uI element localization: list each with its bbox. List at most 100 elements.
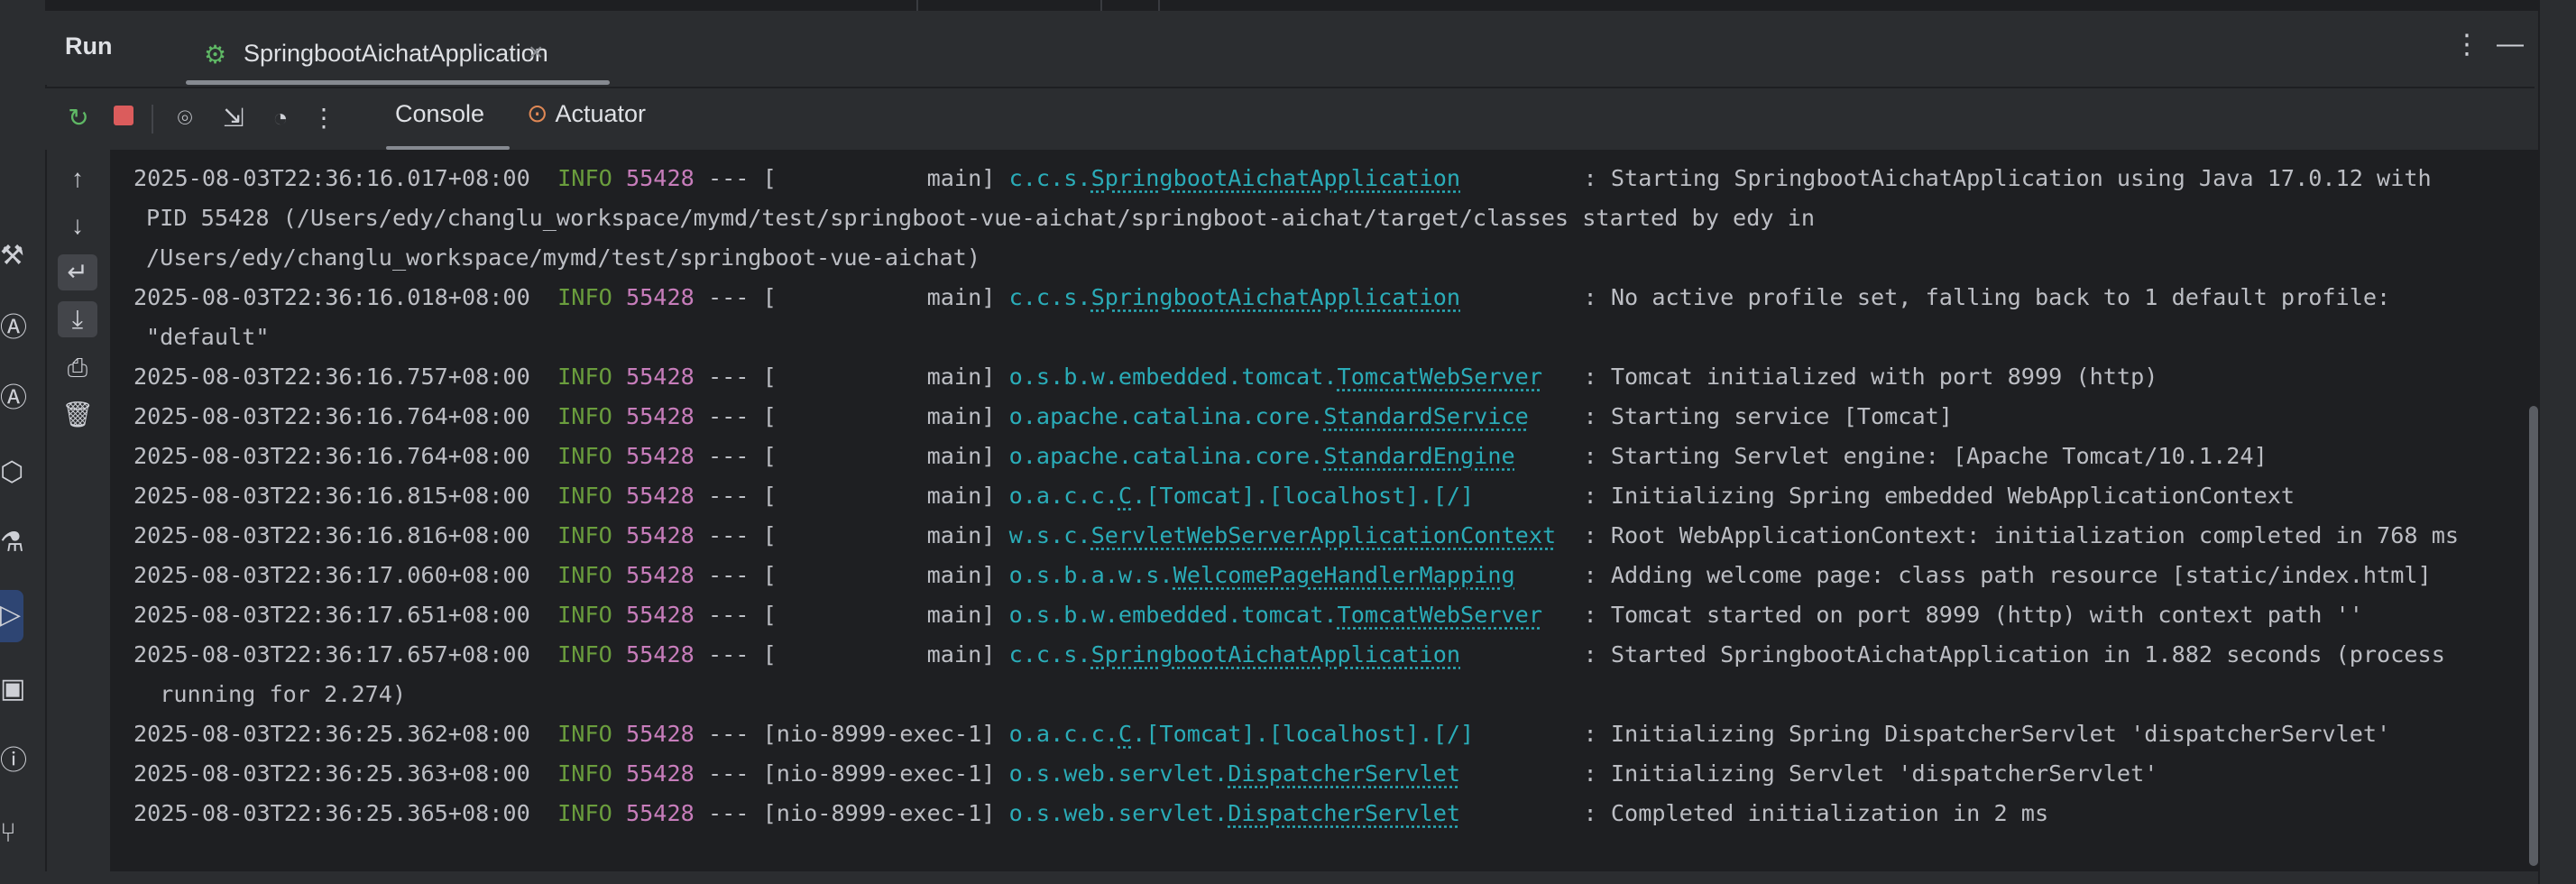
log-thread: [ main] bbox=[762, 443, 996, 469]
log-message: : Starting service [Tomcat] bbox=[1583, 403, 1953, 429]
logger-class-link[interactable]: TomcatWebServer bbox=[1338, 602, 1542, 628]
tab-springboot-aichat-application[interactable]: ⚙ SpringbootAichatApplication × bbox=[161, 18, 612, 85]
minimize-icon[interactable]: — bbox=[2497, 29, 2524, 60]
logger-package: c.c.s. bbox=[1008, 165, 1091, 191]
exit-icon[interactable]: ⇲ bbox=[218, 103, 249, 134]
logger-padding bbox=[1515, 443, 1570, 469]
logger-package: o.s.web.servlet. bbox=[1008, 800, 1228, 826]
log-logger: o.apache.catalina.core.StandardService bbox=[1009, 403, 1529, 429]
log-separator: --- bbox=[707, 760, 750, 787]
stop-button[interactable] bbox=[114, 106, 133, 125]
logger-class-link[interactable]: StandardEngine bbox=[1323, 443, 1514, 469]
log-separator: --- bbox=[707, 483, 750, 509]
logger-class-link[interactable]: StandardService bbox=[1323, 403, 1528, 429]
divider bbox=[1158, 0, 1160, 11]
log-timestamp: 2025-08-03T22:36:16.018+08:00 bbox=[133, 284, 530, 310]
endpoints-icon[interactable]: ⬡ bbox=[0, 453, 25, 493]
tab-underline bbox=[186, 80, 610, 85]
log-logger: o.s.web.servlet.DispatcherServlet bbox=[1009, 760, 1460, 787]
log-separator: --- bbox=[707, 800, 750, 826]
log-line: 2025-08-03T22:36:16.018+08:00 INFO 55428… bbox=[133, 278, 2459, 318]
logger-tail: .[Tomcat].[localhost].[/] bbox=[1132, 721, 1475, 747]
log-message: : Tomcat started on port 8999 (http) wit… bbox=[1583, 602, 2363, 628]
log-logger: o.a.c.c.C.[Tomcat].[localhost].[/] bbox=[1009, 721, 1475, 747]
log-timestamp: 2025-08-03T22:36:17.657+08:00 bbox=[133, 641, 530, 668]
logger-padding bbox=[1474, 483, 1569, 509]
log-line: 2025-08-03T22:36:16.764+08:00 INFO 55428… bbox=[133, 397, 2459, 437]
log-pid: 55428 bbox=[625, 483, 695, 509]
tab-console[interactable]: Console bbox=[386, 99, 511, 150]
log-logger: o.s.b.w.embedded.tomcat.TomcatWebServer bbox=[1009, 602, 1542, 628]
git-icon[interactable]: ⑂ bbox=[0, 814, 25, 853]
arrow-down-icon[interactable]: ↓ bbox=[58, 207, 97, 244]
log-line: 2025-08-03T22:36:16.816+08:00 INFO 55428… bbox=[133, 516, 2459, 556]
log-separator: --- bbox=[707, 403, 750, 429]
run-title: Run bbox=[65, 32, 113, 60]
log-text: running for 2.274) bbox=[146, 681, 407, 707]
log-thread: [nio-8999-exec-1] bbox=[762, 800, 996, 826]
logger-class-link[interactable]: C bbox=[1118, 721, 1132, 747]
log-line: 2025-08-03T22:36:17.651+08:00 INFO 55428… bbox=[133, 595, 2459, 635]
trash-icon[interactable]: 🗑 bbox=[58, 397, 97, 433]
logger-class-link[interactable]: SpringbootAichatApplication bbox=[1091, 284, 1460, 310]
log-pid: 55428 bbox=[625, 721, 695, 747]
test-icon[interactable]: ⚗ bbox=[0, 523, 25, 563]
log-thread: [ main] bbox=[762, 284, 996, 310]
tab-actuator-label: Actuator bbox=[555, 100, 647, 127]
soft-wrap-icon[interactable]: ↵ bbox=[58, 254, 97, 290]
log-message: : Starting Servlet engine: [Apache Tomca… bbox=[1583, 443, 2268, 469]
run-icon[interactable]: ▷ bbox=[0, 595, 25, 635]
logger-class-link[interactable]: SpringbootAichatApplication bbox=[1091, 165, 1460, 191]
plugin-a-icon[interactable]: Ⓐ bbox=[0, 308, 27, 348]
tab-actuator[interactable]: ⊙ Actuator bbox=[527, 99, 646, 150]
log-message: : Root WebApplicationContext: initializa… bbox=[1583, 522, 2460, 548]
scroll-to-end-icon[interactable]: ⤓ bbox=[58, 301, 97, 337]
logger-padding bbox=[1460, 800, 1569, 826]
logger-class-link[interactable]: WelcomePageHandlerMapping bbox=[1173, 562, 1515, 588]
logger-class-link[interactable]: DispatcherServlet bbox=[1228, 760, 1460, 787]
plugin-a-icon[interactable]: Ⓐ bbox=[0, 379, 27, 419]
close-icon[interactable]: × bbox=[529, 38, 543, 67]
log-message: : Initializing Servlet 'dispatcherServle… bbox=[1583, 760, 2158, 787]
log-logger: c.c.s.SpringbootAichatApplication bbox=[1009, 284, 1460, 310]
logger-class-link[interactable]: TomcatWebServer bbox=[1338, 364, 1542, 390]
profiler-icon[interactable]: ◔ bbox=[265, 103, 296, 134]
arrow-up-icon[interactable]: ↑ bbox=[58, 161, 97, 197]
rerun-icon[interactable]: ↻ bbox=[63, 103, 94, 134]
log-separator: --- bbox=[707, 443, 750, 469]
log-level: INFO bbox=[557, 403, 612, 429]
log-thread: [ main] bbox=[762, 641, 996, 668]
log-logger: o.s.b.w.embedded.tomcat.TomcatWebServer bbox=[1009, 364, 1542, 390]
run-tool-window-header: Run ⚙ SpringbootAichatApplication × ⋮ — bbox=[45, 11, 2535, 85]
logger-padding bbox=[1474, 721, 1569, 747]
terminal-icon[interactable]: ▣ bbox=[0, 669, 25, 709]
log-separator: --- bbox=[707, 641, 750, 668]
log-line: 2025-08-03T22:36:16.757+08:00 INFO 55428… bbox=[133, 357, 2459, 397]
logger-class-link[interactable]: ServletWebServerApplicationContext bbox=[1091, 522, 1557, 548]
log-line: 2025-08-03T22:36:25.363+08:00 INFO 55428… bbox=[133, 754, 2459, 794]
more-options-icon[interactable]: ⋮ bbox=[2453, 29, 2480, 60]
log-pid: 55428 bbox=[625, 602, 695, 628]
logger-class-link[interactable]: DispatcherServlet bbox=[1228, 800, 1460, 826]
log-text: /Users/edy/changlu_workspace/mymd/test/s… bbox=[146, 244, 981, 271]
logger-package: o.s.web.servlet. bbox=[1008, 760, 1228, 787]
log-continuation: PID 55428 (/Users/edy/changlu_workspace/… bbox=[133, 198, 2459, 238]
more-icon[interactable]: ⋮ bbox=[308, 103, 339, 134]
camera-icon[interactable]: ⌾ bbox=[170, 103, 200, 134]
log-message: : Starting SpringbootAichatApplication u… bbox=[1583, 165, 2432, 191]
scrollbar-thumb[interactable] bbox=[2529, 406, 2538, 866]
build-icon[interactable]: ⚒ bbox=[0, 236, 25, 276]
log-continuation: running for 2.274) bbox=[133, 675, 2459, 714]
log-timestamp: 2025-08-03T22:36:16.816+08:00 bbox=[133, 522, 530, 548]
problems-icon[interactable]: ⓘ bbox=[0, 741, 27, 781]
console-output[interactable]: 2025-08-03T22:36:16.017+08:00 INFO 55428… bbox=[112, 150, 2525, 871]
log-timestamp: 2025-08-03T22:36:16.764+08:00 bbox=[133, 443, 530, 469]
log-pid: 55428 bbox=[625, 364, 695, 390]
log-logger: o.s.web.servlet.DispatcherServlet bbox=[1009, 800, 1460, 826]
logger-class-link[interactable]: SpringbootAichatApplication bbox=[1091, 641, 1460, 668]
log-level: INFO bbox=[557, 562, 612, 588]
log-message: : Initializing Spring DispatcherServlet … bbox=[1583, 721, 2391, 747]
print-icon[interactable]: ⎙ bbox=[58, 350, 97, 386]
logger-class-link[interactable]: C bbox=[1118, 483, 1132, 509]
log-message: : Completed initialization in 2 ms bbox=[1583, 800, 2049, 826]
